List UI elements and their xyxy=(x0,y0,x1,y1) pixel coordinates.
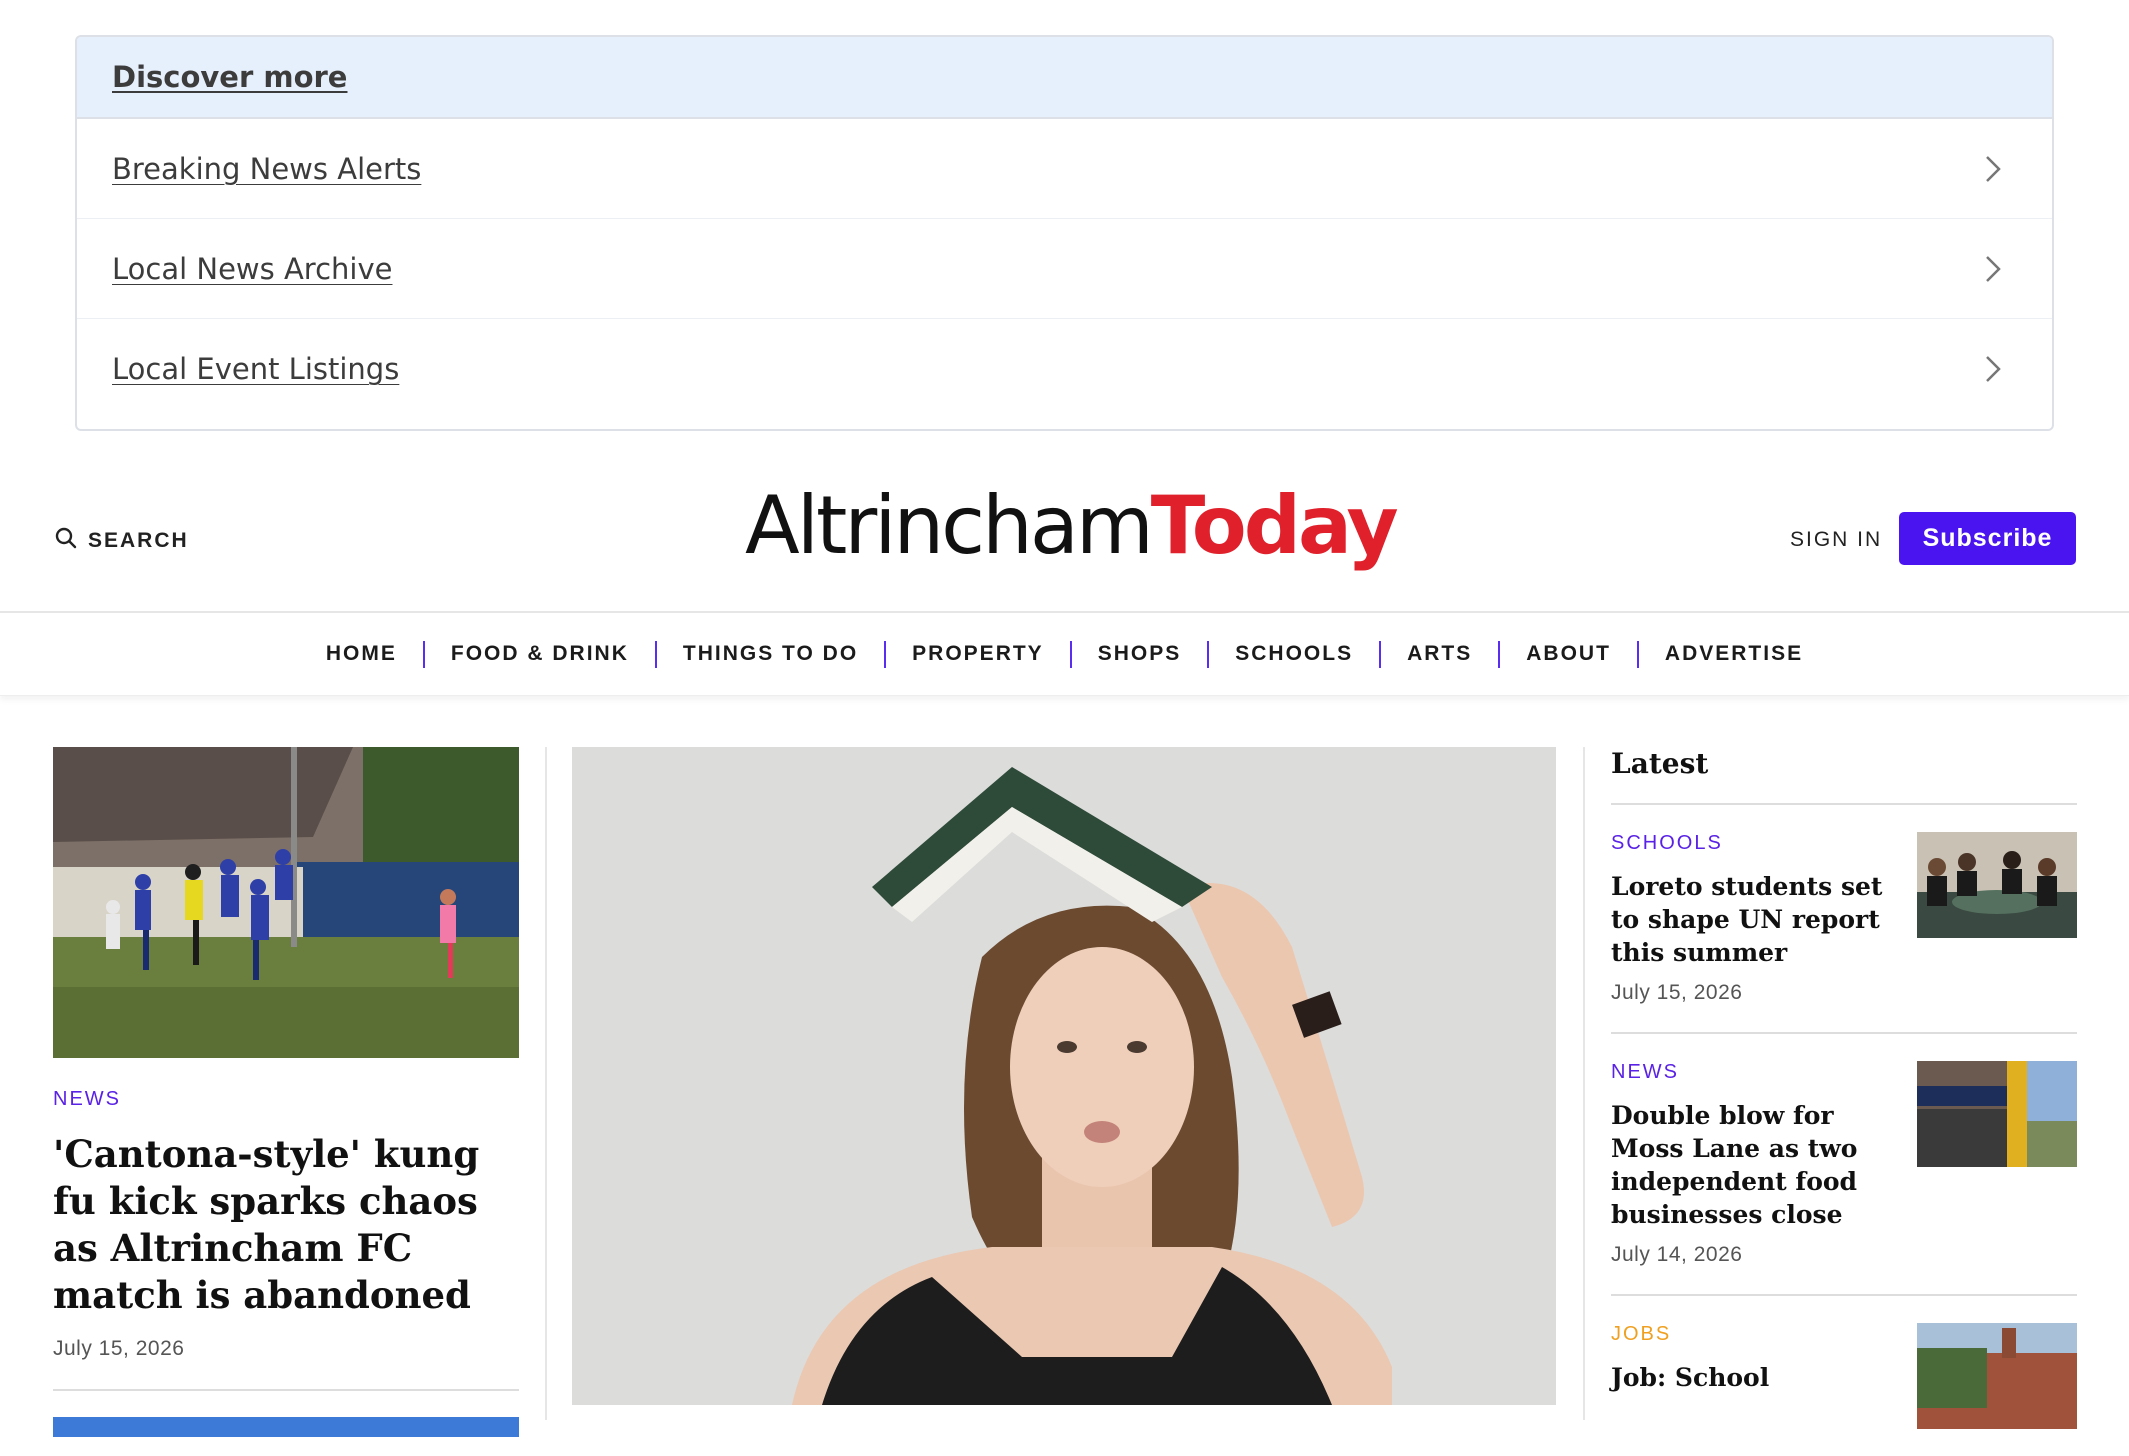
nav-item-shops[interactable]: SHOPS xyxy=(1072,642,1208,666)
latest-item-category[interactable]: JOBS xyxy=(1611,1323,1891,1346)
discover-more-title[interactable]: Discover more xyxy=(112,60,347,94)
discover-item-local-event-listings[interactable]: Local Event Listings xyxy=(77,319,2052,419)
story-divider xyxy=(53,1389,519,1391)
search-label: SEARCH xyxy=(88,528,189,552)
lead-story: NEWS 'Cantona-style' kung fu kick sparks… xyxy=(53,747,519,1437)
nav-item-food-drink[interactable]: FOOD & DRINK xyxy=(425,642,655,666)
latest-sidebar: Latest SCHOOLS Loreto students set to sh… xyxy=(1611,747,2077,1456)
football-match-image xyxy=(53,747,519,1058)
column-divider xyxy=(545,747,547,1420)
discover-item-breaking-news[interactable]: Breaking News Alerts xyxy=(77,119,2052,219)
next-story-image[interactable] xyxy=(53,1417,519,1437)
latest-title: Latest xyxy=(1611,747,2077,805)
latest-item-category[interactable]: NEWS xyxy=(1611,1061,1891,1084)
subscribe-button[interactable]: Subscribe xyxy=(1899,512,2076,565)
lead-story-image[interactable] xyxy=(53,747,519,1058)
latest-item-headline[interactable]: Double blow for Moss Lane as two indepen… xyxy=(1611,1099,1891,1231)
latest-item[interactable]: SCHOOLS Loreto students set to shape UN … xyxy=(1611,805,2077,1034)
discover-item-label[interactable]: Local News Archive xyxy=(112,252,392,286)
column-divider xyxy=(1583,747,1585,1420)
chevron-right-icon xyxy=(1984,354,2002,384)
chevron-right-icon xyxy=(1984,254,2002,284)
main-nav: HOME FOOD & DRINK THINGS TO DO PROPERTY … xyxy=(0,613,2129,696)
chevron-right-icon xyxy=(1984,154,2002,184)
woman-with-book-image xyxy=(572,747,1556,1405)
site-logo[interactable]: AltrinchamToday xyxy=(745,486,1399,566)
school-building-thumbnail-image xyxy=(1917,1323,2077,1429)
lead-story-category[interactable]: NEWS xyxy=(53,1088,519,1111)
discover-item-label[interactable]: Breaking News Alerts xyxy=(112,152,421,186)
nav-item-advertise[interactable]: ADVERTISE xyxy=(1639,642,1829,666)
nav-item-home[interactable]: HOME xyxy=(300,642,423,666)
latest-item-date: July 15, 2026 xyxy=(1611,981,1743,1004)
search-button[interactable]: SEARCH xyxy=(54,526,189,555)
students-thumbnail-image xyxy=(1917,832,2077,938)
latest-item-thumbnail[interactable] xyxy=(1917,1323,2077,1429)
latest-item-thumbnail[interactable] xyxy=(1917,1061,2077,1167)
discover-more-header: Discover more xyxy=(77,37,2052,119)
latest-item[interactable]: JOBS Job: School xyxy=(1611,1296,2077,1456)
latest-item[interactable]: NEWS Double blow for Moss Lane as two in… xyxy=(1611,1034,2077,1296)
lead-story-headline[interactable]: 'Cantona-style' kung fu kick sparks chao… xyxy=(53,1131,519,1319)
nav-item-about[interactable]: ABOUT xyxy=(1500,642,1637,666)
lead-story-date: July 15, 2026 xyxy=(53,1337,185,1360)
discover-item-label[interactable]: Local Event Listings xyxy=(112,352,399,386)
nav-item-things-to-do[interactable]: THINGS TO DO xyxy=(657,642,884,666)
latest-item-category[interactable]: SCHOOLS xyxy=(1611,832,1891,855)
logo-text-today: Today xyxy=(1150,479,1399,572)
nav-item-arts[interactable]: ARTS xyxy=(1381,642,1498,666)
logo-text-altrincham: Altrincham xyxy=(745,479,1154,572)
shopfront-thumbnail-image xyxy=(1917,1061,2077,1167)
latest-item-thumbnail[interactable] xyxy=(1917,832,2077,938)
search-icon xyxy=(54,526,78,555)
discover-item-local-news-archive[interactable]: Local News Archive xyxy=(77,219,2052,319)
nav-item-property[interactable]: PROPERTY xyxy=(886,642,1070,666)
nav-item-schools[interactable]: SCHOOLS xyxy=(1209,642,1379,666)
discover-more-panel: Discover more Breaking News Alerts Local… xyxy=(75,35,2054,431)
latest-item-date: July 14, 2026 xyxy=(1611,1243,1743,1266)
feature-image[interactable] xyxy=(572,747,1556,1405)
latest-item-headline[interactable]: Job: School xyxy=(1611,1361,1891,1394)
sign-in-link[interactable]: SIGN IN xyxy=(1790,528,1882,552)
latest-item-headline[interactable]: Loreto students set to shape UN report t… xyxy=(1611,870,1891,969)
masthead: SEARCH AltrinchamToday SIGN IN Subscribe xyxy=(0,458,2129,613)
